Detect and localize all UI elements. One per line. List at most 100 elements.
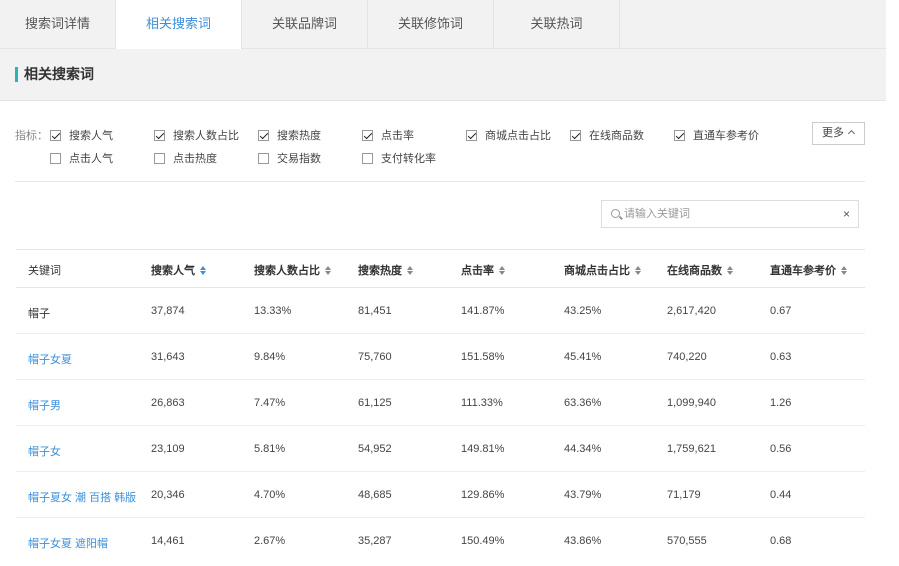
tab-related-brand-terms[interactable]: 关联品牌词 [242,0,368,49]
checkbox-label: 点击人气 [69,153,113,165]
checkbox[interactable] [258,152,269,164]
section-title: 相关搜索词 [24,66,94,82]
checkbox[interactable] [50,152,61,164]
table-cell: 1.26 [770,397,792,409]
clear-icon[interactable]: × [843,207,850,221]
search-icon [611,209,620,218]
metric-filters: 指标： 搜索人气 搜索人数占比 搜索热度 点击率 商城点击占比 在线商品数 直通… [0,101,886,183]
sort-icon[interactable] [635,265,641,275]
tab-related-hot-terms[interactable]: 关联热词 [494,0,620,49]
checkbox[interactable] [570,129,581,141]
checkbox[interactable] [154,152,165,164]
metric-checkbox-search-popularity[interactable]: 搜索人气 [50,127,113,143]
table-cell: 9.84% [254,351,286,363]
table-cell: 14,461 [151,535,185,547]
checkbox[interactable] [258,129,269,141]
tab-related-modifier-terms[interactable]: 关联修饰词 [368,0,494,49]
metric-checkbox-mall-click-share[interactable]: 商城点击占比 [466,127,551,143]
table-cell: 150.49% [461,535,505,547]
tab-related-search-terms[interactable]: 相关搜索词 [116,0,242,50]
table-cell: 75,760 [358,351,392,363]
metric-checkbox-click-heat[interactable]: 点击热度 [154,150,217,166]
table-cell: 141.87% [461,305,505,317]
keyword-cell[interactable]: 帽子女 [28,443,61,459]
checkbox-label: 直通车参考价 [693,130,759,142]
sort-icon[interactable] [325,265,331,275]
table-cell: 0.56 [770,443,792,455]
metric-checkbox-ztc-reference-price[interactable]: 直通车参考价 [674,127,759,143]
table-cell: 0.44 [770,489,792,501]
column-header-mall-click-share[interactable]: 商城点击占比 [564,262,641,278]
keyword-cell[interactable]: 帽子女夏 [28,351,72,367]
table-cell: 0.68 [770,535,792,547]
keyword-search: × [601,200,859,228]
table-cell: 20,346 [151,489,185,501]
checkbox-label: 点击率 [381,130,414,142]
checkbox-label: 支付转化率 [381,153,436,165]
checkbox[interactable] [362,152,373,164]
table-cell: 111.33% [461,397,503,409]
checkbox[interactable] [154,129,165,141]
checkbox-label: 交易指数 [277,153,321,165]
table-cell: 48,685 [358,489,392,501]
table-cell: 26,863 [151,397,185,409]
keyword-cell[interactable]: 帽子女夏 遮阳帽 [28,535,108,551]
table-cell: 0.63 [770,351,792,363]
tab-search-term-details[interactable]: 搜索词详情 [0,0,116,49]
metric-checkbox-searcher-share[interactable]: 搜索人数占比 [154,127,239,143]
table-cell: 7.47% [254,397,286,409]
metric-checkbox-online-products[interactable]: 在线商品数 [570,127,644,143]
table-cell: 43.79% [564,489,602,501]
column-header-online-products[interactable]: 在线商品数 [667,262,733,278]
column-header-search-popularity[interactable]: 搜索人气 [151,262,206,278]
table-cell: 81,451 [358,305,392,317]
sort-icon[interactable] [727,265,733,275]
checkbox-label: 点击热度 [173,153,217,165]
table-cell: 44.34% [564,443,602,455]
checkbox[interactable] [466,129,477,141]
sort-icon[interactable] [841,265,847,275]
tab-bar: 搜索词详情 相关搜索词 关联品牌词 关联修饰词 关联热词 [0,0,886,50]
table-cell: 2.67% [254,535,286,547]
metric-checkbox-search-heat[interactable]: 搜索热度 [258,127,321,143]
table-cell: 129.86% [461,489,505,501]
filter-label: 指标： [15,130,48,142]
table-cell: 151.58% [461,351,505,363]
column-header-ztc-reference-price[interactable]: 直通车参考价 [770,262,847,278]
checkbox-label: 在线商品数 [589,130,644,142]
checkbox[interactable] [674,129,685,141]
more-button[interactable]: 更多 [812,122,865,145]
checkbox[interactable] [362,129,373,141]
sort-icon[interactable] [407,265,413,275]
table-cell: 149.81% [461,443,505,455]
divider [15,181,865,182]
keyword-cell[interactable]: 帽子男 [28,397,61,413]
table-cell: 61,125 [358,397,392,409]
column-header-click-rate[interactable]: 点击率 [461,262,505,278]
table-row: 帽子 37,874 13.33% 81,451 141.87% 43.25% 2,617,4… [16,288,865,334]
metric-checkbox-click-popularity[interactable]: 点击人气 [50,150,113,166]
metric-checkbox-payment-conversion[interactable]: 支付转化率 [362,150,436,166]
keyword-cell[interactable]: 帽子夏女 潮 百搭 韩版 [28,489,136,505]
table-cell: 23,109 [151,443,185,455]
metric-checkbox-trade-index[interactable]: 交易指数 [258,150,321,166]
checkbox-label: 商城点击占比 [485,130,551,142]
table-cell: 43.25% [564,305,602,317]
table-body: 帽子 37,874 13.33% 81,451 141.87% 43.25% 2,617,4… [16,288,865,564]
metric-checkbox-click-rate[interactable]: 点击率 [362,127,414,143]
table-header: 关键词 搜索人气 搜索人数占比 搜索热度 点击率 商城点击占比 在线商品数 直通… [16,250,865,288]
sort-icon[interactable] [200,265,206,275]
checkbox-label: 搜索人数占比 [173,130,239,142]
table-cell: 740,220 [667,351,707,363]
table-cell: 5.81% [254,443,286,455]
column-header-search-heat[interactable]: 搜索热度 [358,262,413,278]
checkbox[interactable] [50,129,61,141]
sort-icon[interactable] [499,265,505,275]
column-header-searcher-share[interactable]: 搜索人数占比 [254,262,331,278]
checkbox-label: 搜索热度 [277,130,321,142]
table-cell: 71,179 [667,489,701,501]
table-cell: 43.86% [564,535,602,547]
table-cell: 63.36% [564,397,602,409]
search-input[interactable] [624,201,834,227]
table-cell: 35,287 [358,535,392,547]
